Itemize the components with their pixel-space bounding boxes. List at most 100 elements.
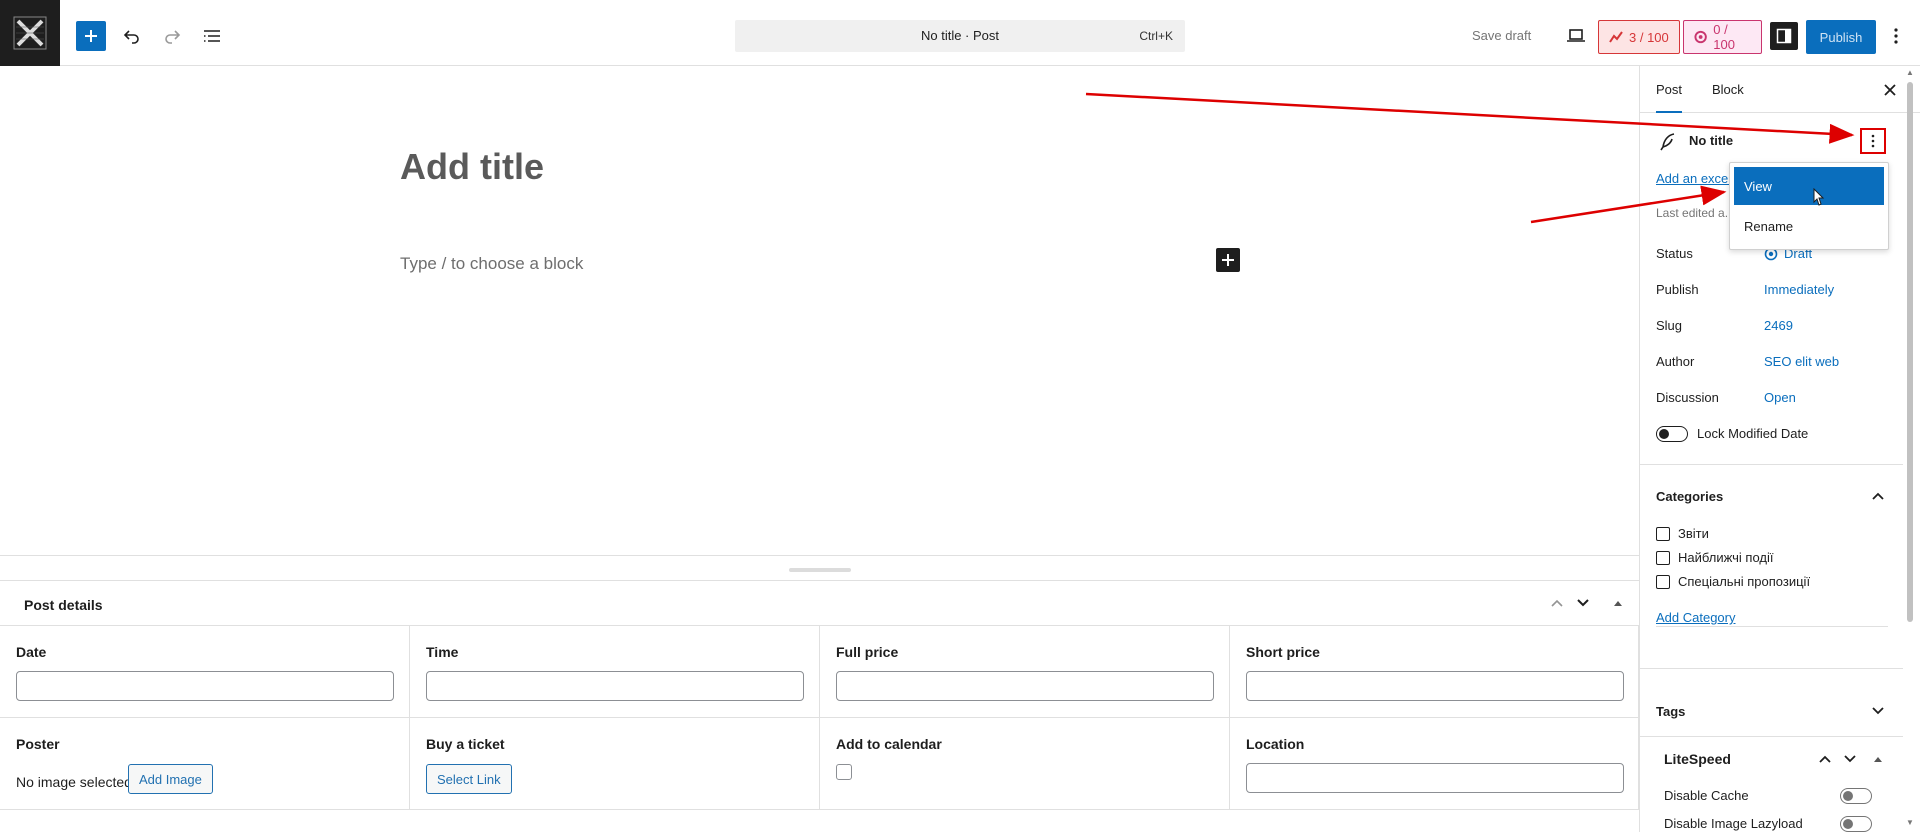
category-item[interactable]: Спеціальні пропозиції — [1656, 574, 1810, 589]
divider — [1640, 464, 1903, 465]
lock-modified-toggle[interactable] — [1656, 426, 1688, 442]
lock-modified-label: Lock Modified Date — [1697, 426, 1809, 441]
more-vertical-icon — [1871, 134, 1875, 148]
chevron-down-icon — [1577, 599, 1589, 607]
category-checkbox[interactable] — [1656, 574, 1670, 589]
post-actions-dropdown: View Rename — [1729, 162, 1889, 250]
litespeed-move-down[interactable] — [1840, 749, 1860, 769]
resize-handle[interactable] — [789, 568, 851, 572]
metabox-header: Post details — [0, 581, 1639, 626]
add-to-calendar-label: Add to calendar — [836, 736, 942, 752]
document-overview-button[interactable] — [197, 21, 227, 51]
x-logo-icon — [13, 16, 47, 50]
category-checkbox[interactable] — [1656, 550, 1670, 565]
divider — [1656, 626, 1888, 627]
divider — [1640, 736, 1903, 737]
discussion-label: Discussion — [1656, 390, 1719, 405]
move-up-button[interactable] — [1547, 593, 1567, 613]
status-label: Status — [1656, 246, 1693, 261]
last-edited-text: Last edited a... — [1656, 206, 1735, 220]
seo-score-button[interactable]: 3 / 100 — [1598, 20, 1680, 54]
inline-block-inserter[interactable] — [1216, 248, 1240, 272]
post-actions-menu-button[interactable] — [1860, 128, 1886, 154]
publish-label: Publish — [1656, 282, 1699, 297]
rename-menu-item[interactable]: Rename — [1744, 219, 1793, 234]
categories-toggle[interactable] — [1870, 488, 1886, 504]
slug-value[interactable]: 2469 — [1764, 318, 1793, 333]
triangle-up-icon — [1874, 757, 1882, 762]
chevron-up-icon — [1872, 492, 1884, 500]
readability-score-button[interactable]: 0 / 100 — [1683, 20, 1762, 54]
litespeed-toggle-panel[interactable] — [1868, 749, 1888, 769]
short-price-input[interactable] — [1246, 671, 1624, 701]
redo-icon — [165, 30, 181, 44]
discussion-value[interactable]: Open — [1764, 390, 1796, 405]
categories-title[interactable]: Categories — [1656, 489, 1723, 504]
undo-button[interactable] — [117, 21, 147, 51]
sidebar-scrollbar[interactable] — [1907, 82, 1913, 622]
seo-chart-icon — [1609, 31, 1623, 43]
chevron-down-icon — [1844, 755, 1856, 763]
time-input[interactable] — [426, 671, 804, 701]
date-field: Date — [0, 626, 410, 718]
disable-cache-label: Disable Cache — [1664, 788, 1749, 803]
post-card-title: No title — [1689, 133, 1734, 148]
publish-button[interactable]: Publish — [1806, 20, 1876, 54]
time-label: Time — [426, 644, 459, 660]
post-title-input[interactable]: Add title — [400, 146, 544, 188]
location-input[interactable] — [1246, 763, 1624, 793]
save-draft-button[interactable]: Save draft — [1472, 28, 1531, 43]
preview-button[interactable] — [1562, 22, 1590, 50]
disable-lazyload-toggle[interactable] — [1840, 816, 1872, 832]
readability-score-value: 0 / 100 — [1713, 22, 1735, 52]
scroll-down-arrow[interactable]: ▼ — [1906, 818, 1914, 827]
tab-block[interactable]: Block — [1712, 82, 1744, 97]
add-to-calendar-checkbox[interactable] — [836, 764, 852, 780]
category-label: Звіти — [1678, 526, 1709, 541]
tags-title[interactable]: Tags — [1656, 704, 1685, 719]
block-inserter-button[interactable] — [76, 21, 106, 51]
poster-label: Poster — [16, 736, 60, 752]
disable-cache-toggle[interactable] — [1840, 788, 1872, 804]
full-price-label: Full price — [836, 644, 899, 660]
close-sidebar-button[interactable] — [1878, 78, 1902, 102]
metabox-title: Post details — [24, 597, 103, 613]
settings-sidebar-toggle[interactable] — [1770, 22, 1798, 50]
add-category-link[interactable]: Add Category — [1656, 610, 1736, 625]
slug-label: Slug — [1656, 318, 1683, 333]
close-icon — [1884, 84, 1896, 96]
short-price-field: Short price — [1230, 626, 1639, 718]
add-image-button[interactable]: Add Image — [128, 764, 213, 794]
publish-value[interactable]: Immediately — [1764, 282, 1834, 297]
shortcut-hint: Ctrl+K — [1139, 29, 1173, 43]
redo-button[interactable] — [157, 21, 187, 51]
sidebar-icon — [1776, 28, 1792, 44]
author-label: Author — [1656, 354, 1695, 369]
move-down-button[interactable] — [1573, 593, 1593, 613]
options-menu-button[interactable] — [1886, 22, 1906, 50]
full-price-input[interactable] — [836, 671, 1214, 701]
full-price-field: Full price — [820, 626, 1230, 718]
sidebar-tabs: Post Block — [1640, 66, 1920, 113]
select-link-button[interactable]: Select Link — [426, 764, 512, 794]
site-logo[interactable] — [0, 0, 60, 66]
tags-toggle[interactable] — [1870, 703, 1886, 719]
author-value[interactable]: SEO elit web — [1764, 354, 1839, 369]
date-input[interactable] — [16, 671, 394, 701]
category-item[interactable]: Звіти — [1656, 526, 1709, 541]
command-palette-bar[interactable]: No title · Post Ctrl+K — [735, 20, 1185, 52]
category-label: Найближчі події — [1678, 550, 1774, 565]
tab-post[interactable]: Post — [1656, 82, 1683, 113]
laptop-icon — [1567, 29, 1585, 42]
view-menu-item[interactable]: View — [1734, 167, 1884, 205]
plus-icon — [85, 30, 97, 42]
metabox-resize-area — [0, 555, 1639, 581]
toggle-panel-button[interactable] — [1608, 593, 1628, 613]
block-placeholder[interactable]: Type / to choose a block — [400, 254, 583, 274]
litespeed-move-up[interactable] — [1815, 749, 1835, 769]
category-item[interactable]: Найближчі події — [1656, 550, 1773, 565]
buy-ticket-field: Buy a ticket Select Link — [410, 718, 820, 810]
category-checkbox[interactable] — [1656, 526, 1670, 541]
scroll-up-arrow[interactable]: ▲ — [1906, 68, 1914, 77]
triangle-up-icon — [1614, 601, 1622, 606]
